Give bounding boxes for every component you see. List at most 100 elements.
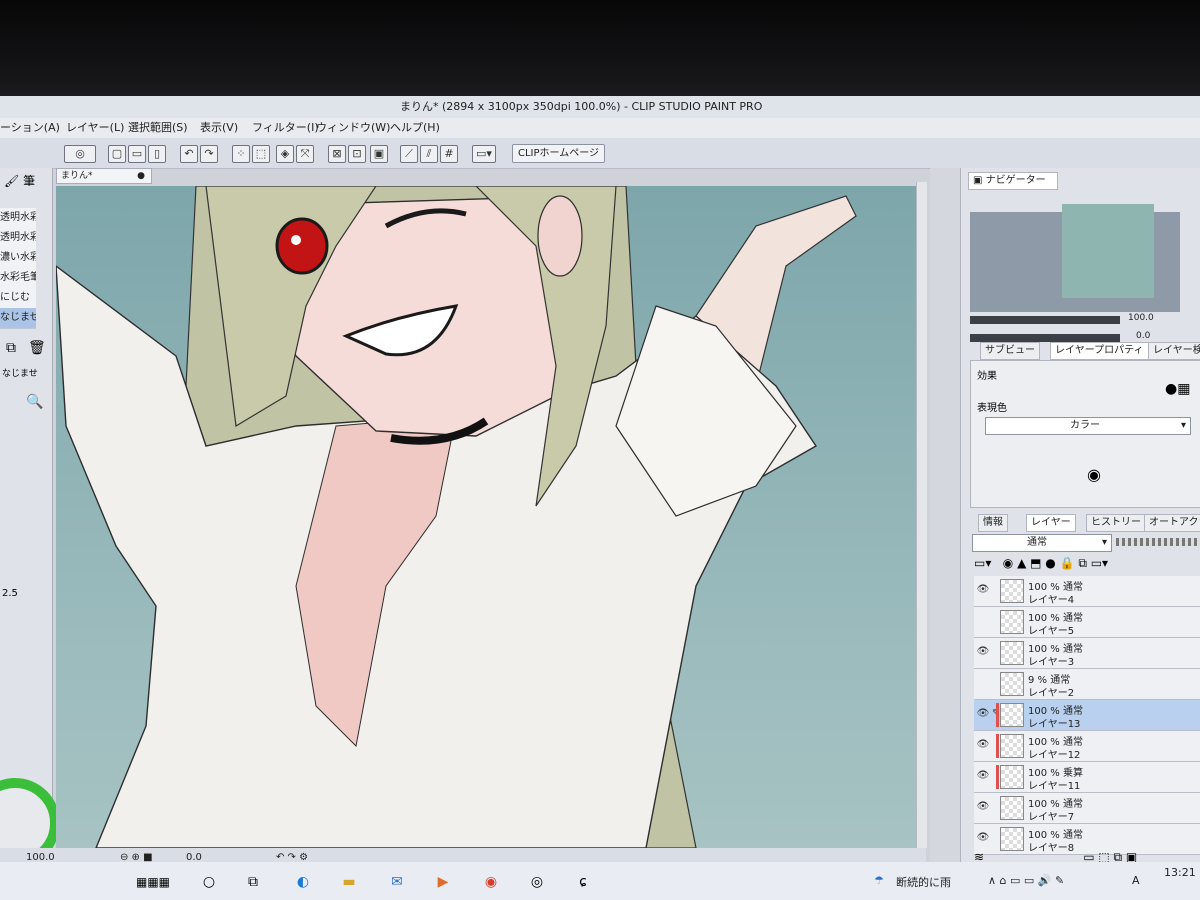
- navigator-zoom-slider[interactable]: [970, 316, 1120, 324]
- eye-icon[interactable]: 👁: [976, 739, 990, 751]
- effect-icons[interactable]: ●▦: [1165, 381, 1190, 397]
- trash-icon[interactable]: 🗑: [28, 340, 46, 356]
- canvas-vertical-scrollbar[interactable]: [916, 182, 927, 848]
- clock-time[interactable]: 13:21: [1164, 866, 1196, 879]
- save-icon[interactable]: ▯: [148, 145, 166, 163]
- eye-icon[interactable]: 👁: [976, 646, 990, 658]
- brush-item[interactable]: 透明水彩: [0, 228, 36, 249]
- ime-indicator[interactable]: A: [1132, 874, 1140, 887]
- brush-item[interactable]: 水彩毛筆: [0, 268, 36, 289]
- navigator-zoom-value: 100.0: [1128, 313, 1154, 323]
- panel-dock-strip: [930, 168, 961, 868]
- menu-filter[interactable]: フィルター(I): [252, 118, 319, 138]
- brush-icon: 🖌: [4, 174, 20, 188]
- weather-icon[interactable]: ☂: [874, 874, 884, 887]
- tab-layer-property[interactable]: レイヤープロパティ: [1050, 342, 1149, 360]
- new-file-icon[interactable]: ▢: [108, 145, 126, 163]
- brush-item[interactable]: 濃い水彩: [0, 248, 36, 269]
- layer-thumbnail: [1000, 579, 1024, 603]
- display-settings-icon[interactable]: ▭▾: [472, 145, 496, 163]
- tab-history[interactable]: ヒストリー: [1086, 514, 1146, 532]
- weather-text[interactable]: 断続的に雨: [896, 874, 951, 890]
- ruler-snap-icon[interactable]: ⟋: [400, 145, 418, 163]
- menu-help[interactable]: ヘルプ(H): [390, 118, 440, 138]
- layer-thumbnail: [1000, 703, 1024, 727]
- tab-layer-search[interactable]: レイヤー検索: [1148, 342, 1200, 360]
- clip-studio-icon[interactable]: ɕ: [572, 872, 594, 892]
- navigator-icon: ▣: [973, 175, 983, 186]
- layer-thumbnail: [1000, 827, 1024, 851]
- eye-icon[interactable]: 👁: [976, 770, 990, 782]
- layer-row[interactable]: 👁 100 % 通常 レイヤー3: [974, 638, 1200, 669]
- blend-mode-select[interactable]: 通常 ▾: [972, 534, 1112, 552]
- mail-icon[interactable]: ✉: [386, 872, 408, 892]
- explorer-icon[interactable]: ▬: [338, 872, 360, 892]
- menu-animation[interactable]: ーション(A): [0, 118, 60, 138]
- edge-icon[interactable]: ◐: [292, 872, 314, 892]
- layer-row-selected[interactable]: 👁✎100 % 通常レイヤー13: [974, 700, 1200, 731]
- brush-size-value[interactable]: 2.5: [2, 588, 18, 599]
- opacity-slider[interactable]: [1116, 538, 1200, 546]
- transform-icon[interactable]: ⤧: [296, 145, 314, 163]
- layer-name: レイヤー13: [1028, 719, 1081, 730]
- eye-icon[interactable]: 👁: [976, 708, 990, 720]
- task-view-icon[interactable]: ⧉: [242, 872, 264, 892]
- layer-row[interactable]: 👁 100 % 通常 レイヤー12: [974, 731, 1200, 762]
- search-icon[interactable]: ○: [198, 872, 220, 892]
- fill-icon[interactable]: ◈: [276, 145, 294, 163]
- menu-window[interactable]: ウィンドウ(W): [316, 118, 390, 138]
- tab-auto-action[interactable]: オートアクション: [1144, 514, 1200, 532]
- navigator-rotation-value: 0.0: [1136, 331, 1151, 341]
- tray-icons[interactable]: ∧ ⌂ ▭ ▭ 🔊 ✎: [988, 874, 1064, 887]
- layer-thumbnail: [1000, 610, 1024, 634]
- layer-tool-icons[interactable]: ▭▾ ◉ ▲ ⬒ ● 🔒 ⧉ ▭▾: [974, 556, 1108, 571]
- tab-info[interactable]: 情報: [978, 514, 1008, 532]
- clip-home-button[interactable]: CLIPホームページ: [512, 144, 606, 163]
- brush-item[interactable]: にじむ: [0, 288, 36, 309]
- title-bar: まりん* (2894 x 3100px 350dpi 100.0%) - CLI…: [0, 96, 1200, 118]
- select-all-icon[interactable]: ⬚: [252, 145, 270, 163]
- right-panel: ▣ ナビゲーター 100.0 0.0 サブビュー レイヤープロパティ レイヤー検…: [930, 168, 1200, 868]
- navigator-rotation-slider[interactable]: [970, 334, 1120, 342]
- clip-studio-icon[interactable]: ◎: [64, 145, 96, 163]
- layer-row[interactable]: 100 % 通常 レイヤー5: [974, 607, 1200, 638]
- expression-color-select[interactable]: カラー ▾: [985, 417, 1191, 435]
- layer-row[interactable]: 👁 100 % 通常 レイヤー4: [974, 576, 1200, 607]
- menu-layer[interactable]: レイヤー(L): [66, 118, 124, 138]
- eye-icon[interactable]: 👁: [976, 801, 990, 813]
- eye-hidden-icon[interactable]: [976, 615, 990, 627]
- widgets-icon[interactable]: ▦▦▦: [120, 872, 186, 892]
- open-file-icon[interactable]: ▭: [128, 145, 146, 163]
- document-tab[interactable]: まりん* ●: [56, 168, 152, 184]
- brush-item-selected[interactable]: なじませ: [0, 308, 36, 329]
- layer-row[interactable]: 👁 100 % 乗算 レイヤー11: [974, 762, 1200, 793]
- copy-icon[interactable]: ⧉: [6, 340, 16, 356]
- clear-outside-icon[interactable]: ⊡: [348, 145, 366, 163]
- close-tab-icon[interactable]: ●: [137, 169, 145, 183]
- zoom-icon[interactable]: 🔍: [26, 394, 43, 410]
- brush-item[interactable]: 透明水彩: [0, 208, 36, 229]
- layer-color-mark: [996, 703, 999, 727]
- undo-icon[interactable]: ↶: [180, 145, 198, 163]
- eye-hidden-icon[interactable]: [976, 677, 990, 689]
- navigator-view[interactable]: [970, 204, 1180, 312]
- menu-view[interactable]: 表示(V): [200, 118, 238, 138]
- tab-layer[interactable]: レイヤー: [1026, 514, 1076, 532]
- clip-studio-paint-icon[interactable]: ◎: [526, 872, 548, 892]
- eye-icon[interactable]: 👁: [976, 584, 990, 596]
- media-icon[interactable]: ▶: [432, 872, 454, 892]
- tab-subview[interactable]: サブビュー: [980, 342, 1040, 360]
- special-ruler-snap-icon[interactable]: ⫽: [420, 145, 438, 163]
- redo-icon[interactable]: ↷: [200, 145, 218, 163]
- tab-navigator[interactable]: ▣ ナビゲーター: [968, 172, 1058, 190]
- layer-row[interactable]: 👁 100 % 通常 レイヤー7: [974, 793, 1200, 824]
- deselect-icon[interactable]: ⁘: [232, 145, 250, 163]
- eye-icon[interactable]: 👁: [976, 832, 990, 844]
- chrome-icon[interactable]: ◉: [480, 872, 502, 892]
- grid-snap-icon[interactable]: #: [440, 145, 458, 163]
- drawing-canvas[interactable]: [56, 186, 916, 848]
- crop-icon[interactable]: ▣: [370, 145, 388, 163]
- clear-icon[interactable]: ⊠: [328, 145, 346, 163]
- menu-selection[interactable]: 選択範囲(S): [128, 118, 188, 138]
- layer-row[interactable]: 9 % 通常 レイヤー2: [974, 669, 1200, 700]
